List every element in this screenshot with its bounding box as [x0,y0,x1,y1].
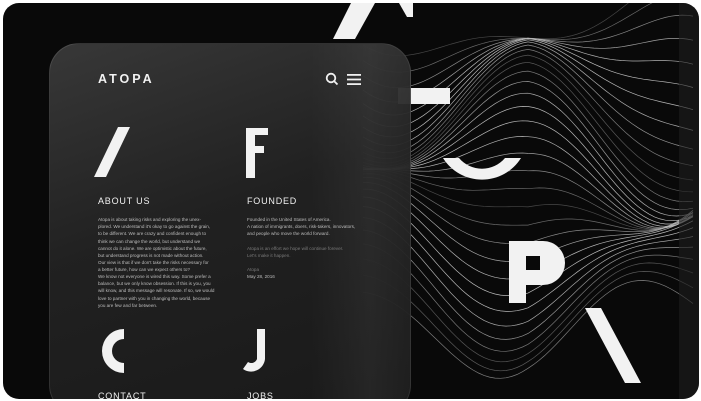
founded-paragraph-1: Founded in the United States of America.… [247,217,356,237]
jobs-glyph-j [243,329,265,372]
contact-title[interactable]: CONTACT [98,391,146,399]
wave-line [362,38,694,128]
search-icon[interactable] [325,72,339,86]
founded-date: May 28, 2016 [247,274,275,279]
menu-icon[interactable] [347,74,361,85]
brand-logo[interactable]: ATOPA [98,72,155,86]
wave-line [362,14,694,89]
wave-line [363,120,694,225]
contact-glyph-c [102,329,124,373]
wave-line [362,280,694,379]
jobs-title[interactable]: JOBS [247,391,274,399]
about-paragraph-1: Atopa is about taking risks and explorin… [98,217,211,273]
founded-paragraph-2: Atopa is an effort we hope will continue… [247,246,344,259]
wave-line [362,54,694,181]
founded-title: FOUNDED [247,196,298,206]
big-letter-a-shape-right [399,3,413,17]
about-paragraph-2: We know not everyone is wired this way. … [98,274,215,308]
about-title: ABOUT US [98,196,151,206]
wave-line [362,136,694,227]
big-letter-o-shape [443,158,521,180]
wave-lines [362,3,694,379]
big-letter-p-shape [509,241,565,303]
wave-line [362,173,694,231]
app-frame: ATOPA ABOUT US FOUNDED Atopa is about ta… [3,3,699,399]
info-card: ATOPA ABOUT US FOUNDED Atopa is about ta… [49,43,411,399]
big-letter-a-diagonal [585,308,641,383]
wave-line [362,49,694,167]
big-letter-a-shape [333,3,375,39]
about-glyph-a [94,127,130,177]
founded-glyph-f [246,128,268,178]
